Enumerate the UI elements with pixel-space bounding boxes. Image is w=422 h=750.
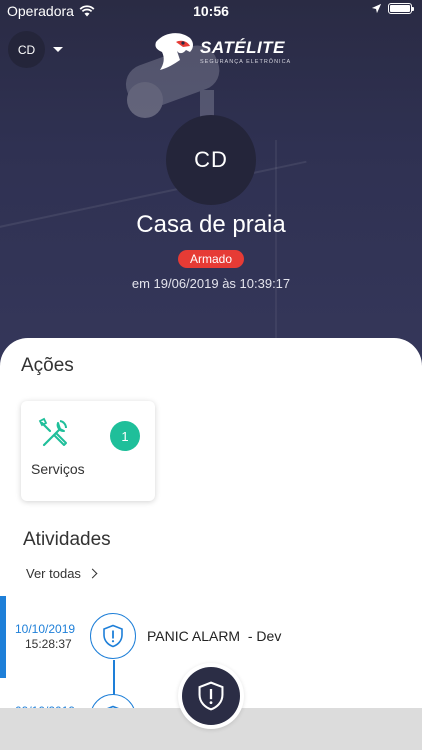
tools-icon (38, 417, 68, 447)
active-item-indicator (0, 596, 6, 678)
panic-button-inner[interactable] (182, 667, 240, 725)
clock: 10:56 (193, 3, 229, 19)
activity-time: 15:28:37 (25, 637, 72, 651)
site-name: Casa de praia (136, 211, 286, 238)
timeline-node (90, 613, 136, 659)
shield-alert-icon (103, 624, 123, 648)
battery-icon (388, 3, 414, 14)
actions-title: Ações (21, 355, 74, 376)
logo-text: SATÉLITE SEGURANÇA ELETRÔNICA (200, 38, 291, 65)
logo-subtitle: SEGURANÇA ELETRÔNICA (200, 58, 292, 65)
status-icons (371, 3, 414, 14)
chevron-down-icon[interactable] (53, 47, 63, 52)
services-label: Serviços (31, 461, 85, 477)
logo-title: SATÉLITE (200, 37, 285, 57)
shield-alert-icon (198, 681, 224, 711)
activities-title: Atividades (23, 529, 111, 550)
background-line (275, 140, 277, 370)
account-avatar[interactable]: CD (8, 31, 45, 68)
status-timestamp: em 19/06/2019 às 10:39:17 (131, 276, 291, 291)
see-all-label[interactable]: Ver todas (26, 566, 81, 581)
activity-date: 10/10/2019 (15, 622, 76, 636)
chevron-right-icon (87, 568, 98, 579)
services-card[interactable]: 1 Serviços (21, 401, 155, 501)
account-switcher[interactable]: CD (8, 31, 63, 68)
status-badge: Armado (178, 250, 244, 268)
location-arrow-icon (371, 3, 382, 14)
services-count-badge: 1 (110, 421, 140, 451)
brand-logo: SATÉLITE SEGURANÇA ELETRÔNICA (150, 30, 291, 72)
activity-text: PANIC ALARM - Dev (147, 628, 282, 644)
status-bar: Operadora 10:56 (0, 0, 422, 22)
panic-button[interactable] (178, 663, 244, 729)
site-avatar: CD (166, 115, 256, 205)
eagle-logo-icon (155, 33, 193, 70)
see-all-link[interactable]: Ver todas (26, 566, 98, 581)
